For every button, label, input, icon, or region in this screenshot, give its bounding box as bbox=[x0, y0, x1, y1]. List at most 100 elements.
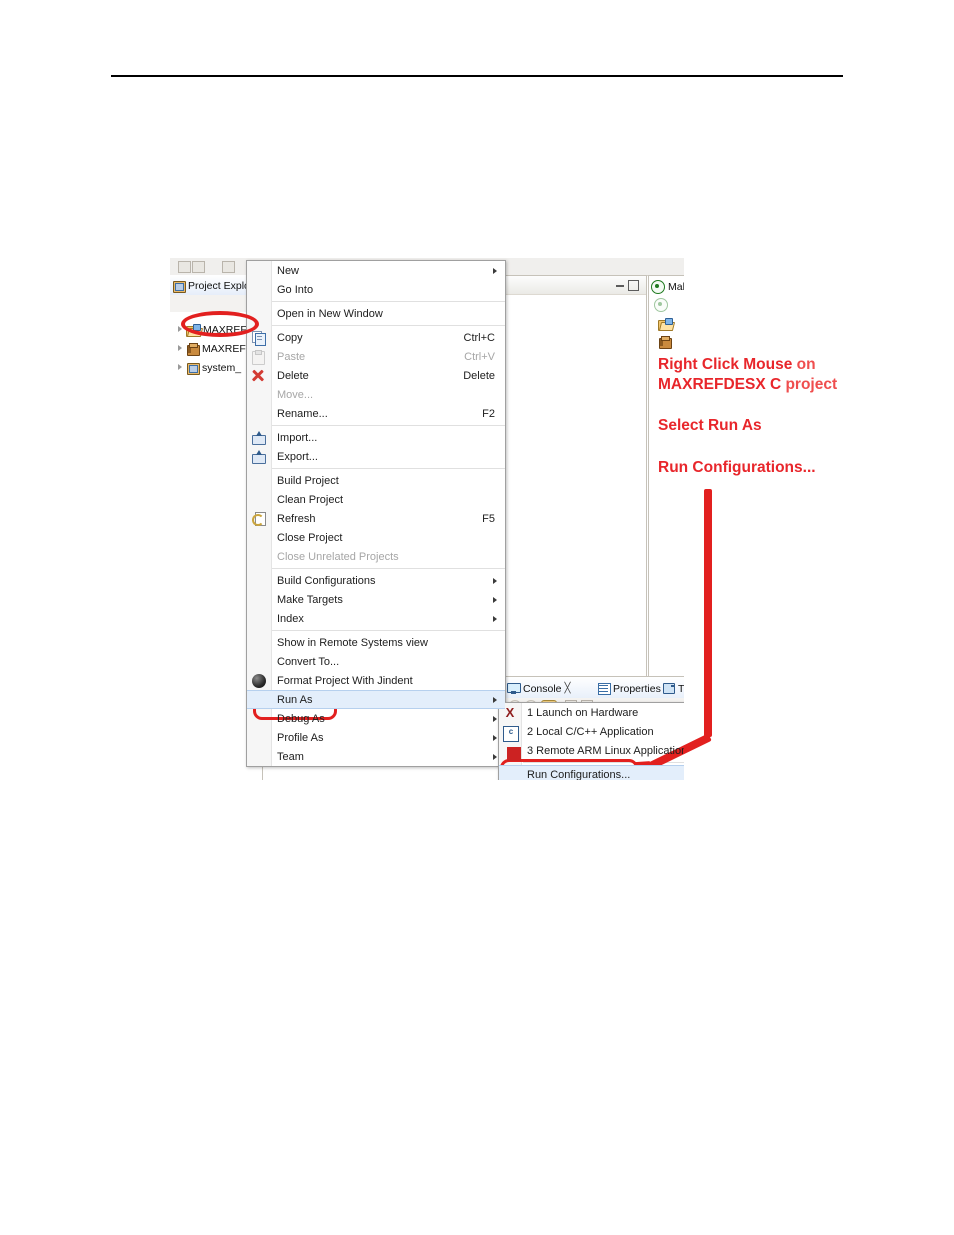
make-target-entry-1[interactable] bbox=[658, 318, 676, 333]
refresh-icon bbox=[252, 512, 266, 526]
menu-item-export[interactable]: Export... bbox=[247, 447, 505, 466]
menu-item-build-configurations[interactable]: Build Configurations bbox=[247, 571, 505, 590]
menu-item-label: Build Configurations bbox=[277, 574, 376, 587]
project-icon bbox=[186, 362, 200, 375]
project-context-menu: New Go Into Open in New Window Copy Ctrl… bbox=[246, 260, 506, 767]
menu-item-label: Open in New Window bbox=[277, 307, 383, 320]
annotation-line-2-strong: MAXREFDESX C bbox=[658, 376, 786, 393]
menu-item-label: New bbox=[277, 264, 300, 277]
menu-item-copy[interactable]: Copy Ctrl+C bbox=[247, 328, 505, 347]
menu-separator bbox=[271, 301, 505, 302]
plugin-icon bbox=[663, 683, 675, 694]
project-explorer-icon bbox=[172, 280, 186, 293]
toolbar-icon-1[interactable] bbox=[178, 261, 191, 273]
expand-arrow-icon[interactable] bbox=[176, 363, 185, 372]
menu-item-format-project-with-jindent[interactable]: Format Project With Jindent bbox=[247, 671, 505, 690]
menu-item-debug-as[interactable]: Debug As bbox=[247, 709, 505, 728]
tab-close-icon[interactable]: ╳ bbox=[565, 683, 571, 694]
menu-item-build-project[interactable]: Build Project bbox=[247, 471, 505, 490]
editor-area bbox=[503, 275, 647, 677]
menu-item-label: Make Targets bbox=[277, 593, 343, 606]
menu-item-new[interactable]: New bbox=[247, 261, 505, 280]
annotation-line-4-strong: Run Configurations... bbox=[658, 459, 816, 476]
menu-item-accelerator: Ctrl+V bbox=[464, 350, 495, 363]
expand-arrow-icon[interactable] bbox=[176, 344, 185, 353]
import-icon bbox=[252, 431, 266, 445]
menu-item-index[interactable]: Index bbox=[247, 609, 505, 628]
properties-icon bbox=[598, 683, 611, 695]
annotation-line-2: MAXREFDESX C project bbox=[658, 375, 837, 394]
export-icon bbox=[252, 450, 266, 464]
menu-item-show-in-remote-systems-view[interactable]: Show in Remote Systems view bbox=[247, 633, 505, 652]
menu-item-convert-to[interactable]: Convert To... bbox=[247, 652, 505, 671]
menu-item-move: Move... bbox=[247, 385, 505, 404]
make-target-icon bbox=[651, 279, 665, 294]
menu-item-label: Convert To... bbox=[277, 655, 340, 668]
submenu-arrow-icon bbox=[493, 577, 497, 584]
menu-item-go-into[interactable]: Go Into bbox=[247, 280, 505, 299]
console-tabstrip: Console ╳ Properties T bbox=[503, 676, 684, 699]
tree-item-label: MAXREF bbox=[202, 342, 246, 355]
jindent-icon bbox=[252, 674, 266, 688]
tab-make-target[interactable]: Mak bbox=[651, 278, 684, 295]
copy-icon bbox=[252, 331, 266, 346]
annotation-line-1-strong: Right Click Mouse bbox=[658, 356, 797, 373]
menu-item-make-targets[interactable]: Make Targets bbox=[247, 590, 505, 609]
menu-item-label: Go Into bbox=[277, 283, 314, 296]
make-target-entry-2[interactable] bbox=[658, 336, 672, 351]
tab-console-label: Console bbox=[523, 682, 562, 695]
submenu-item-label: 3 Remote ARM Linux Application bbox=[527, 744, 684, 757]
eclipse-screenshot: Mak Console ╳ Properties bbox=[170, 258, 684, 780]
menu-item-label: Profile As bbox=[277, 731, 324, 744]
menu-item-accelerator: F5 bbox=[482, 512, 495, 525]
toolbar-icon-3[interactable] bbox=[222, 261, 235, 273]
menu-item-label: Format Project With Jindent bbox=[277, 674, 413, 687]
tab-terminal[interactable]: T bbox=[663, 680, 684, 697]
editor-titlebar bbox=[504, 276, 646, 295]
menu-item-label: Close Unrelated Projects bbox=[277, 550, 399, 563]
menu-item-label: Team bbox=[277, 750, 304, 763]
submenu-arrow-icon bbox=[493, 596, 497, 603]
menu-item-rename[interactable]: Rename... F2 bbox=[247, 404, 505, 423]
annotation-line-1: Right Click Mouse on bbox=[658, 355, 816, 374]
menu-item-open-in-new-window[interactable]: Open in New Window bbox=[247, 304, 505, 323]
submenu-item-remote-arm-linux-application[interactable]: 3 Remote ARM Linux Application bbox=[499, 741, 684, 761]
minimize-icon[interactable] bbox=[616, 285, 624, 287]
menu-item-close-project[interactable]: Close Project bbox=[247, 528, 505, 547]
menu-item-clean-project[interactable]: Clean Project bbox=[247, 490, 505, 509]
menu-item-delete[interactable]: Delete Delete bbox=[247, 366, 505, 385]
tab-terminal-label: T bbox=[678, 682, 684, 695]
submenu-arrow-icon bbox=[493, 753, 497, 760]
submenu-arrow-icon bbox=[493, 267, 497, 274]
submenu-item-label: 1 Launch on Hardware bbox=[527, 706, 639, 719]
menu-item-profile-as[interactable]: Profile As bbox=[247, 728, 505, 747]
submenu-item-local-c-cpp-application[interactable]: c 2 Local C/C++ Application bbox=[499, 722, 684, 742]
menu-item-label: Refresh bbox=[277, 512, 316, 525]
menu-item-team[interactable]: Team bbox=[247, 747, 505, 766]
submenu-arrow-icon bbox=[493, 615, 497, 622]
tab-project-explorer[interactable]: Project Explo bbox=[172, 277, 250, 294]
folder-open-icon bbox=[658, 318, 676, 331]
menu-separator bbox=[271, 630, 505, 631]
tab-console[interactable]: Console ╳ bbox=[507, 680, 571, 697]
maximize-icon[interactable] bbox=[628, 280, 639, 291]
make-target-new-icon[interactable] bbox=[654, 298, 668, 312]
submenu-item-launch-on-hardware[interactable]: Χ 1 Launch on Hardware bbox=[499, 703, 684, 722]
tab-properties[interactable]: Properties bbox=[598, 680, 661, 697]
menu-item-label: Import... bbox=[277, 431, 318, 444]
menu-item-import[interactable]: Import... bbox=[247, 428, 505, 447]
launch-hardware-icon: Χ bbox=[505, 705, 515, 720]
menu-separator bbox=[271, 468, 505, 469]
menu-item-label: Paste bbox=[277, 350, 306, 363]
submenu-item-run-configurations[interactable]: Run Configurations... bbox=[499, 765, 684, 780]
jar-icon bbox=[658, 336, 672, 349]
menu-item-accelerator: Delete bbox=[463, 369, 495, 382]
annotation-line-3-strong: Select Run As bbox=[658, 417, 762, 434]
toolbar-icon-2[interactable] bbox=[192, 261, 205, 273]
pointer-arrow-stem bbox=[704, 489, 712, 737]
menu-item-label: Clean Project bbox=[277, 493, 344, 506]
menu-separator bbox=[271, 568, 505, 569]
menu-item-refresh[interactable]: Refresh F5 bbox=[247, 509, 505, 528]
document-page: Mak Console ╳ Properties bbox=[0, 0, 954, 1235]
menu-item-run-as[interactable]: Run As bbox=[247, 690, 505, 709]
